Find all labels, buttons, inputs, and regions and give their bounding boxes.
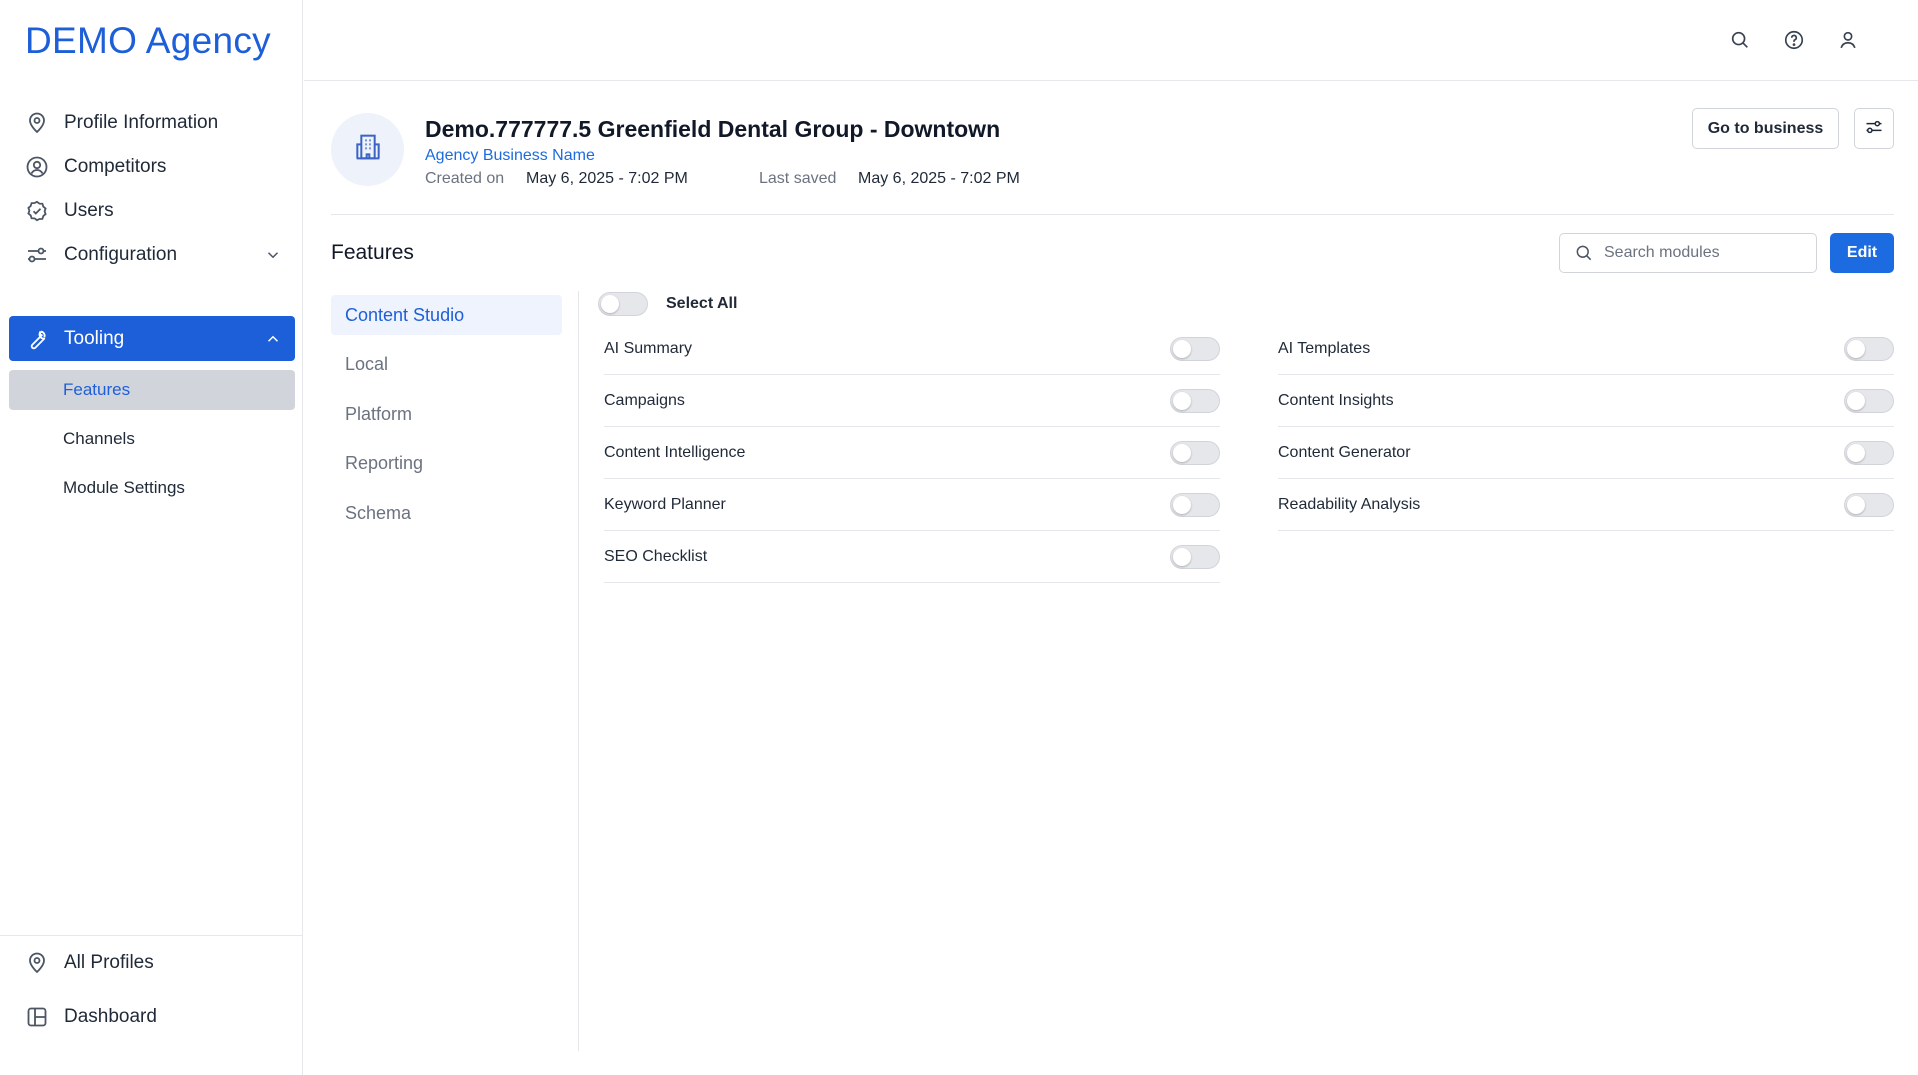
features-heading: Features [331, 241, 414, 264]
agency-business-name-link[interactable]: Agency Business Name [425, 147, 595, 165]
sliders-icon [1864, 117, 1884, 140]
category-local[interactable]: Local [331, 344, 562, 384]
sidebar-item-dashboard[interactable]: Dashboard [9, 994, 295, 1039]
feature-label: AI Templates [1278, 339, 1371, 357]
feature-toggle-ai-summary[interactable] [1170, 336, 1220, 361]
sidebar-item-label: Users [64, 199, 114, 221]
sidebar-item-users[interactable]: Users [9, 188, 295, 233]
feature-row: AI Summary [604, 323, 1220, 375]
feature-toggle-content-intelligence[interactable] [1170, 440, 1220, 465]
category-divider [578, 291, 579, 1051]
feature-label: Keyword Planner [604, 495, 726, 513]
top-header [304, 0, 1918, 81]
header-divider [331, 214, 1894, 215]
feature-toggle-content-generator[interactable] [1844, 440, 1894, 465]
sidebar-subitem-label: Features [63, 380, 131, 399]
user-icon[interactable] [1835, 27, 1861, 53]
feature-row: Content Insights [1278, 375, 1894, 427]
sidebar-item-competitors[interactable]: Competitors [9, 144, 295, 189]
wrench-icon [23, 325, 51, 353]
select-all-row: Select All [598, 292, 737, 316]
last-saved-value: May 6, 2025 - 7:02 PM [858, 170, 1020, 187]
map-pin-icon [23, 949, 51, 977]
chevron-down-icon [263, 245, 283, 265]
feature-label: Campaigns [604, 391, 685, 409]
sidebar: DEMO Agency Profile Information Competit… [0, 0, 303, 1075]
search-icon[interactable] [1727, 27, 1753, 53]
search-modules-box[interactable] [1559, 233, 1817, 273]
feature-row: Campaigns [604, 375, 1220, 427]
map-pin-icon [23, 109, 51, 137]
search-icon [1574, 243, 1594, 263]
feature-row: Content Intelligence [604, 427, 1220, 479]
search-modules-input[interactable] [1604, 244, 1804, 262]
last-saved-label: Last saved [759, 170, 837, 187]
layout-icon [23, 1003, 51, 1031]
user-circle-icon [23, 153, 51, 181]
sidebar-item-label: Configuration [64, 243, 178, 265]
feature-label: Content Insights [1278, 391, 1394, 409]
feature-toggle-content-insights[interactable] [1844, 388, 1894, 413]
sidebar-item-all-profiles[interactable]: All Profiles [9, 940, 295, 985]
feature-label: Content Intelligence [604, 443, 746, 461]
building-icon [352, 131, 384, 168]
select-all-label: Select All [666, 295, 738, 312]
category-platform[interactable]: Platform [331, 394, 562, 434]
feature-toggle-ai-templates[interactable] [1844, 336, 1894, 361]
sidebar-item-label: All Profiles [64, 951, 154, 973]
feature-label: Readability Analysis [1278, 495, 1421, 513]
edit-button[interactable]: Edit [1830, 233, 1894, 273]
feature-toggle-keyword-planner[interactable] [1170, 492, 1220, 517]
business-title: Demo.777777.5 Greenfield Dental Group - … [425, 116, 1001, 142]
select-all-toggle[interactable] [598, 292, 648, 316]
settings-sliders-button[interactable] [1854, 108, 1894, 149]
sidebar-subitem-channels[interactable]: Channels [9, 419, 295, 459]
sidebar-subitem-features[interactable]: Features [9, 370, 295, 410]
feature-label: Content Generator [1278, 443, 1411, 461]
feature-row: Content Generator [1278, 427, 1894, 479]
created-on-label: Created on [425, 170, 505, 187]
feature-toggle-campaigns[interactable] [1170, 388, 1220, 413]
help-icon[interactable] [1781, 27, 1807, 53]
category-schema[interactable]: Schema [331, 493, 562, 533]
go-to-business-button[interactable]: Go to business [1692, 108, 1839, 149]
category-reporting[interactable]: Reporting [331, 443, 562, 483]
feature-label: AI Summary [604, 339, 693, 357]
sidebar-subitem-module-settings[interactable]: Module Settings [9, 468, 295, 508]
sidebar-item-label: Tooling [64, 327, 125, 349]
feature-row: Keyword Planner [604, 479, 1220, 531]
feature-row: SEO Checklist [604, 531, 1220, 583]
sidebar-item-tooling[interactable]: Tooling [9, 316, 295, 361]
sidebar-item-label: Dashboard [64, 1005, 157, 1027]
created-on-value: May 6, 2025 - 7:02 PM [526, 170, 688, 187]
sidebar-item-profile-information[interactable]: Profile Information [9, 100, 295, 145]
brand-logo[interactable]: DEMO Agency [25, 20, 271, 62]
feature-row: AI Templates [1278, 323, 1894, 375]
feature-toggle-readability-analysis[interactable] [1844, 492, 1894, 517]
sidebar-item-configuration[interactable]: Configuration [9, 232, 295, 277]
feature-row: Readability Analysis [1278, 479, 1894, 531]
sidebar-item-label: Profile Information [64, 111, 219, 133]
feature-label: SEO Checklist [604, 547, 708, 565]
sliders-icon [23, 241, 51, 269]
sidebar-subitem-label: Module Settings [63, 478, 185, 497]
feature-toggle-seo-checklist[interactable] [1170, 544, 1220, 569]
sidebar-subitem-label: Channels [63, 429, 135, 448]
badge-check-icon [23, 197, 51, 225]
category-content-studio[interactable]: Content Studio [331, 295, 562, 335]
chevron-up-icon [263, 329, 283, 349]
sidebar-item-label: Competitors [64, 155, 167, 177]
business-avatar [331, 113, 404, 186]
